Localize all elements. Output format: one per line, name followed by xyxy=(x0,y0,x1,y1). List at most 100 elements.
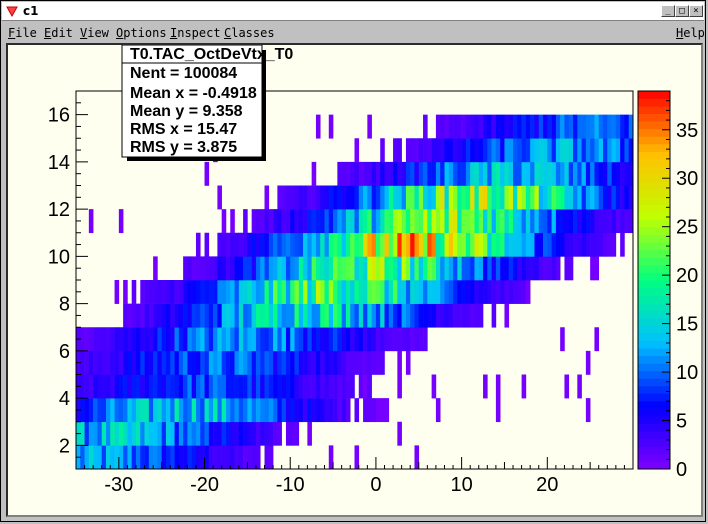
heatmap-cell xyxy=(440,161,445,186)
heatmap-cell xyxy=(427,232,432,257)
heatmap-cell xyxy=(525,138,531,163)
heatmap-cell xyxy=(191,303,197,328)
maximize-button[interactable]: □ xyxy=(675,5,689,17)
heatmap-cell xyxy=(243,327,248,352)
heatmap-cell xyxy=(367,232,372,257)
heatmap-cell xyxy=(148,303,154,328)
palette-segment xyxy=(638,302,670,311)
heatmap-cell xyxy=(294,421,300,446)
heatmap-cell xyxy=(123,327,128,352)
menu-file[interactable]: File xyxy=(8,26,37,40)
heatmap-cell xyxy=(148,398,154,423)
heatmap-cell xyxy=(234,421,240,446)
heatmap-cell xyxy=(414,209,420,234)
heatmap-cell xyxy=(435,209,441,234)
heatmap-cell xyxy=(555,209,561,234)
heatmap-cell xyxy=(410,303,415,328)
heatmap-cell xyxy=(217,374,222,399)
heatmap-cell xyxy=(157,303,162,328)
heatmap-cell xyxy=(620,209,625,234)
heatmap-cell xyxy=(345,256,351,281)
heatmap-cell xyxy=(234,350,240,375)
heatmap-cell xyxy=(294,185,300,210)
heatmap-cell xyxy=(243,209,248,234)
menu-edit[interactable]: Edit xyxy=(44,26,73,40)
heatmap-cell xyxy=(135,303,141,328)
heatmap-cell xyxy=(320,185,325,210)
heatmap-cell xyxy=(551,185,557,210)
heatmap-cell xyxy=(307,232,312,257)
heatmap-cell xyxy=(290,421,295,446)
heatmap-cell xyxy=(620,114,625,139)
heatmap-cell xyxy=(144,303,150,328)
heatmap-cell xyxy=(470,303,475,328)
heatmap-cell xyxy=(264,398,270,423)
heatmap-cell xyxy=(384,327,390,352)
heatmap-cell xyxy=(410,185,415,210)
heatmap-cell xyxy=(465,161,471,186)
heatmap-cell xyxy=(573,209,578,234)
minimize-button[interactable]: _ xyxy=(661,5,675,17)
heatmap-cell xyxy=(594,185,600,210)
heatmap-cell xyxy=(444,161,450,186)
menu-view[interactable]: View xyxy=(80,26,109,40)
heatmap-cell xyxy=(315,303,321,328)
heatmap-cell xyxy=(405,138,411,163)
heatmap-cell xyxy=(195,421,201,446)
heatmap-cell xyxy=(620,138,625,163)
stats-box[interactable]: T0.TAC_OctDeVtx_T0 Nent = 100084 Mean x … xyxy=(121,45,293,161)
heatmap-cell xyxy=(230,280,235,304)
heatmap-cell xyxy=(534,209,540,234)
heatmap-cell xyxy=(213,256,218,281)
palette-segment xyxy=(638,385,670,394)
heatmap-cell xyxy=(225,303,231,328)
heatmap-cell xyxy=(294,256,300,281)
heatmap-cell xyxy=(183,303,188,328)
heatmap-cell xyxy=(315,398,321,423)
heatmap-cell xyxy=(465,280,471,304)
title-bar[interactable]: c1 _ □ × xyxy=(2,2,704,21)
heatmap-cell xyxy=(110,374,115,399)
palette-segment xyxy=(638,280,670,288)
heatmap-cell xyxy=(161,350,167,375)
heatmap-cell xyxy=(457,138,462,163)
heatmap-cell xyxy=(345,232,351,257)
heatmap-cell xyxy=(127,303,132,328)
heatmap-cell xyxy=(380,161,385,186)
heatmap-cell xyxy=(573,161,578,186)
heatmap-cell xyxy=(277,209,282,234)
heatmap-cell xyxy=(208,280,214,304)
heatmap-cell xyxy=(148,327,154,352)
heatmap-cell xyxy=(568,114,574,139)
heatmap-cell xyxy=(478,256,484,281)
menu-inspect[interactable]: Inspect xyxy=(170,26,221,40)
heatmap-cell xyxy=(440,138,445,163)
heatmap-cell xyxy=(568,185,574,210)
menu-options[interactable]: Options xyxy=(116,26,167,40)
heatmap-cell xyxy=(504,280,510,304)
heatmap-cell xyxy=(367,161,372,186)
heatmap-cell xyxy=(513,185,518,210)
heatmap-cell xyxy=(354,256,360,281)
heatmap-cell xyxy=(495,374,501,399)
close-button[interactable]: × xyxy=(689,5,703,17)
heatmap-cell xyxy=(315,374,321,399)
heatmap-cell xyxy=(260,303,265,328)
heatmap-cell xyxy=(290,398,295,423)
heatmap-cell xyxy=(157,421,162,446)
heatmap-cell xyxy=(118,421,124,446)
heatmap-cell xyxy=(320,398,325,423)
heatmap-cell xyxy=(555,161,561,186)
heatmap-cell xyxy=(238,232,244,257)
plot-canvas[interactable]: -30 -20 -10 0 10 20 2 4 6 8 10 12 14 16 0 5 10 15 20 25 30… xyxy=(8,45,701,515)
heatmap-cell xyxy=(603,232,608,257)
heatmap-cell xyxy=(320,327,325,352)
heatmap-cell xyxy=(298,303,304,328)
heatmap-cell xyxy=(624,161,630,186)
heatmap-cell xyxy=(200,398,205,423)
menu-help[interactable]: Help xyxy=(676,26,705,40)
heatmap-cell xyxy=(307,280,312,304)
heatmap-cell xyxy=(513,138,518,163)
menu-classes[interactable]: Classes xyxy=(224,26,275,40)
heatmap-cell xyxy=(577,232,582,257)
